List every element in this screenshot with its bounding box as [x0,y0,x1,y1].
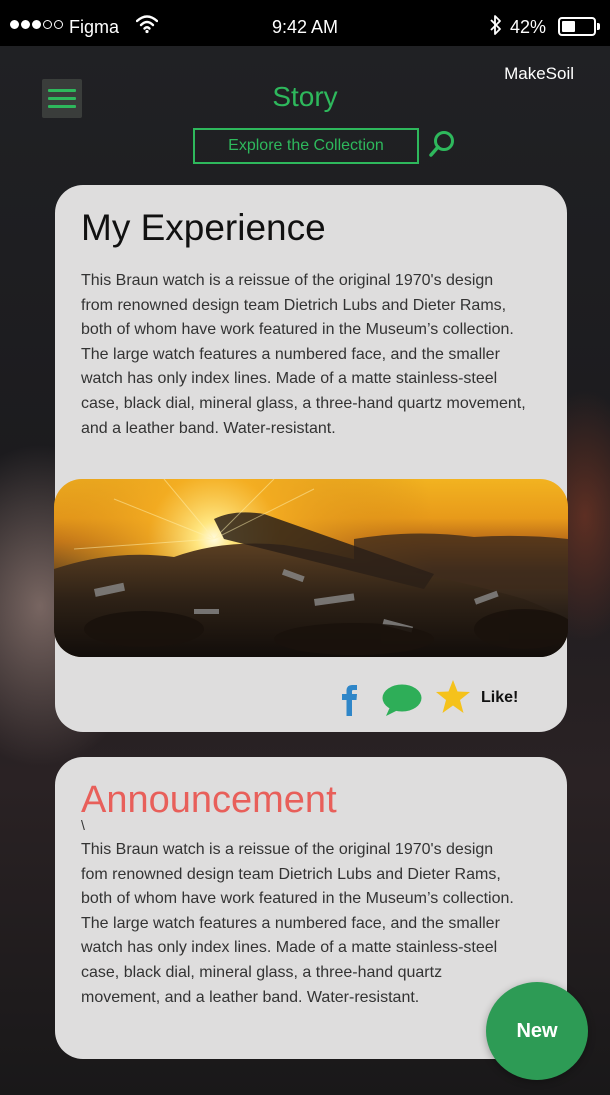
experience-card: My Experience This Braun watch is a reis… [54,185,568,732]
announcement-title: Announcement [81,779,337,821]
facebook-icon[interactable] [335,679,361,719]
search-icon[interactable] [427,129,457,159]
page-title: Story [272,81,338,112]
battery-icon [558,17,600,36]
experience-title: My Experience [81,207,326,248]
sunset-landfill-photo [54,479,568,657]
sunset-photo-art [54,479,568,657]
explore-collection-button[interactable]: Explore the Collection [193,128,419,164]
chat-bubble-icon[interactable] [381,683,423,717]
experience-body: This Braun watch is a reissue of the ori… [81,272,526,437]
like-label[interactable]: Like! [481,689,518,707]
stray-mark: \ [81,817,85,833]
announcement-body: This Braun watch is a reissue of the ori… [81,841,514,1006]
status-bar: Figma 9:42 AM 42% [0,0,610,46]
new-post-button[interactable]: New [486,982,588,1080]
bluetooth-icon [490,15,501,35]
star-icon[interactable] [435,679,471,715]
battery-level-fill [562,21,575,32]
battery-percent: 42% [510,17,547,37]
